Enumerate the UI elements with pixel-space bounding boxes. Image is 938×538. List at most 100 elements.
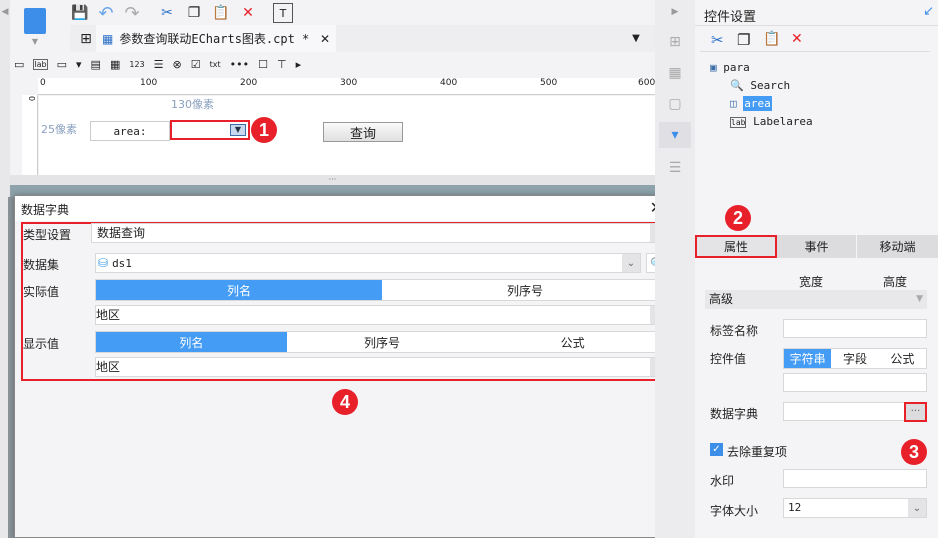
parameter-canvas[interactable]: 130像素 25像素 area: ▼ 查询 [39,96,655,175]
tree-node-search[interactable]: 🔍 Search [710,79,813,97]
para-icon: ▣ [710,61,717,74]
query-button-label: 查询 [349,126,376,142]
text-widget-icon[interactable]: txt [210,60,221,69]
combocheck-widget-icon[interactable]: ▤ [91,58,101,71]
button-widget-icon[interactable]: ▭ [57,58,67,71]
save-icon[interactable]: 💾 [70,3,90,23]
widget-value-label: 控件值 [710,352,747,366]
label-widget-icon[interactable]: lab [33,58,48,70]
checkgroup-widget-icon[interactable]: ☑ [191,58,201,71]
width-label: 宽度 [799,275,824,289]
display-value-mode: 列名 列序号 公式 [95,331,669,353]
tree-label: area [743,96,772,111]
redo-icon[interactable]: ↷ [122,3,142,24]
tree-widget-icon[interactable]: ⊤ [277,58,287,71]
height-label: 高度 [883,275,908,289]
logo-dropdown-icon[interactable]: ▼ [28,36,42,46]
preview-icon[interactable]: T [273,3,293,23]
advanced-label: 高级 [709,292,734,306]
actual-tab-column-name[interactable]: 列名 [96,280,382,300]
undo-icon[interactable]: ↶ [96,3,116,24]
border-icon[interactable]: ▢ [665,94,685,114]
ruler-tick: 300 [340,78,358,88]
ruler-tick: 100 [140,78,158,88]
tree-label: Search [750,79,791,92]
tree-node-area[interactable]: ◫ area [710,96,813,115]
widget-tree: ▣ para 🔍 Search ◫ area lab Labelarea [710,61,813,133]
label-name-input[interactable] [783,319,927,338]
display-tab-column-name[interactable]: 列名 [96,332,287,352]
value-tab-string[interactable]: 字符串 [784,349,832,368]
search-widget-icon: 🔍 [730,79,744,92]
type-select-value: 数据查询 [97,226,146,240]
cell-element-icon[interactable]: ▦ [665,63,685,83]
more-widgets-icon[interactable]: ▸ [296,58,302,71]
display-value-select[interactable]: 地区⌄ [95,357,669,377]
copy-icon[interactable]: ❐ [737,31,750,49]
tree-node-labelarea[interactable]: lab Labelarea [710,115,813,133]
number-widget-icon[interactable]: 123 [129,60,144,69]
close-tab-icon[interactable]: ✕ [320,32,330,46]
ruler-tick: 0 [40,78,46,88]
dataset-select[interactable]: ⛁ ds1 ⌄ [95,253,641,273]
display-tab-formula[interactable]: 公式 [477,332,668,352]
paste-icon[interactable]: 📋 [211,3,231,23]
condition-icon[interactable]: ☰ [665,158,685,178]
ellipsis-icon: ··· [910,406,921,417]
textfield-widget-icon[interactable]: ▭ [14,58,24,71]
radiogroup-widget-icon[interactable]: ⊗ [173,58,182,71]
database-icon: ⛁ [98,256,109,270]
display-tab-column-index[interactable]: 列序号 [287,332,478,352]
dictionary-edit-button[interactable]: ··· [904,402,927,422]
cut-icon[interactable]: ✂ [711,31,724,49]
step-badge-3: 3 [901,439,927,465]
horizontal-ruler: 0 100 200 300 400 500 600 [38,78,655,95]
actual-value-select[interactable]: 地区⌄ [95,305,669,325]
collapse-icon: ▼ [916,294,923,304]
textarea-widget-icon[interactable]: ☰ [154,58,164,71]
dictionary-label: 数据字典 [710,407,759,421]
actual-tab-column-index[interactable]: 列序号 [382,280,668,300]
tab-events[interactable]: 事件 [777,235,857,258]
dialog-title-bar: 数据字典 ✕ [15,196,671,221]
tree-node-para[interactable]: ▣ para [710,61,813,79]
cut-icon[interactable]: ✂ [157,3,177,23]
collapse-left-icon[interactable]: ◀ [0,5,10,19]
advanced-section[interactable]: 高级 ▼ [705,290,927,309]
combobox-widget-icon[interactable]: ▾ [76,58,82,71]
watermark-label: 水印 [710,474,735,488]
tab-mobile[interactable]: 移动端 [857,235,938,258]
expand-icon[interactable]: ▶ [665,4,685,20]
dock-icon[interactable]: ↙ [923,4,934,19]
watermark-input[interactable] [783,469,927,488]
value-tab-formula[interactable]: 公式 [879,349,926,368]
combobox-icon: ◫ [730,97,737,110]
date-widget-icon[interactable]: ▦ [110,58,120,71]
password-widget-icon[interactable]: ••• [230,58,249,71]
delete-icon[interactable]: ✕ [791,31,803,47]
copy-icon[interactable]: ❐ [184,3,204,23]
splitter[interactable]: ··· [10,175,655,185]
dedupe-checkbox[interactable]: ✓ [710,443,723,456]
tab-report[interactable]: ▦ 参数查询联动ECharts图表.cpt * ✕ [96,25,336,52]
checkbox-widget-icon[interactable]: ☐ [258,58,268,71]
new-report-icon[interactable]: ⊞ [76,29,96,49]
step-badge-1: 1 [251,117,277,143]
delete-icon[interactable]: ✕ [238,3,258,23]
app-logo[interactable] [24,8,46,34]
widget-value-input[interactable] [783,373,927,392]
area-label-widget[interactable]: area: [90,121,170,141]
value-tab-field[interactable]: 字段 [831,349,878,368]
type-label: 类型设置 [23,228,72,242]
type-select[interactable]: 数据查询⌄ [91,223,669,243]
paste-icon[interactable]: 📋 [763,31,780,47]
tab-properties[interactable]: 属性 [695,235,777,258]
font-size-select[interactable]: 12 ⌄ [783,498,927,518]
dataset-value: ds1 [112,256,132,270]
cell-attr-icon[interactable]: ⊞ [665,32,685,52]
query-button[interactable]: 查询 [323,122,403,142]
area-combobox-widget[interactable]: ▼ [170,120,250,140]
widget-settings-icon[interactable]: ▾ [659,122,691,148]
widget-toolbar: ▭ lab ▭ ▾ ▤ ▦ 123 ☰ ⊗ ☑ txt ••• ☐ ⊤ ▸ [14,52,434,76]
tab-menu-icon[interactable]: ▼ [628,30,644,46]
